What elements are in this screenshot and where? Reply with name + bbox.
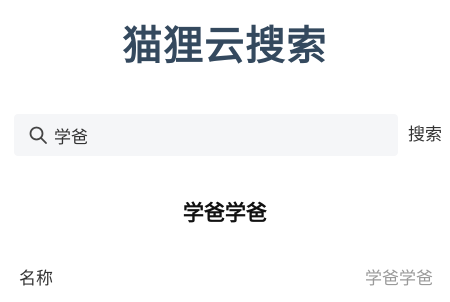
result-title[interactable]: 学爸学爸	[0, 198, 450, 228]
search-icon	[29, 126, 47, 144]
search-button[interactable]: 搜索	[408, 114, 444, 156]
result-field-row: 名称 学爸学爸	[19, 266, 433, 292]
search-input[interactable]	[54, 114, 384, 156]
page: 猫狸云搜索 搜索 学爸学爸 名称 学爸学爸	[0, 0, 450, 302]
search-box[interactable]	[14, 114, 398, 156]
name-label: 名称	[19, 269, 53, 289]
name-value: 学爸学爸	[365, 269, 433, 289]
app-title: 猫狸云搜索	[122, 23, 328, 69]
search-bar: 搜索	[14, 114, 444, 156]
